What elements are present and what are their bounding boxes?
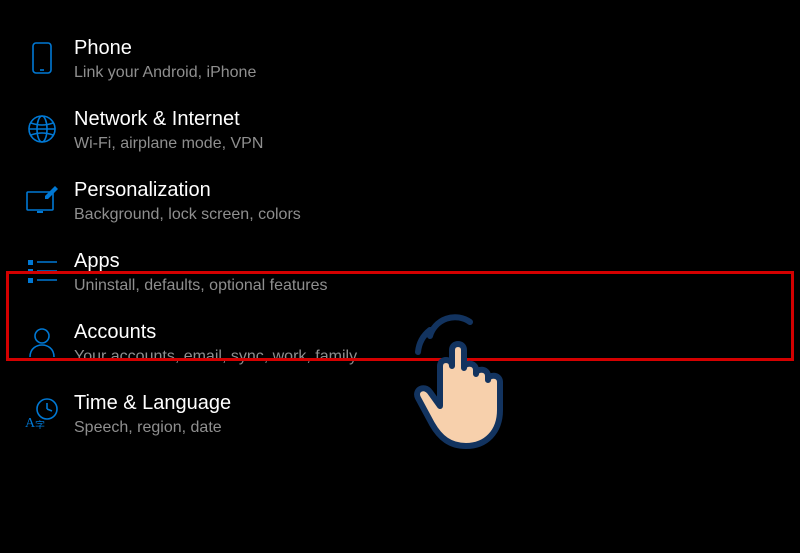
settings-item-desc: Uninstall, defaults, optional features [74,276,327,296]
apps-list-icon [24,251,60,291]
settings-item-apps[interactable]: Apps Uninstall, defaults, optional featu… [0,238,800,309]
phone-icon [24,38,60,78]
settings-category-list: Phone Link your Android, iPhone Network … [0,25,800,451]
settings-item-title: Network & Internet [74,107,263,132]
settings-item-desc: Your accounts, email, sync, work, family [74,347,357,367]
settings-item-desc: Speech, region, date [74,418,231,438]
settings-item-title: Time & Language [74,391,231,416]
settings-item-title: Personalization [74,178,301,203]
settings-item-personalization[interactable]: Personalization Background, lock screen,… [0,167,800,238]
accounts-icon [24,322,60,362]
globe-icon [24,109,60,149]
personalization-icon [24,180,60,220]
settings-item-desc: Wi-Fi, airplane mode, VPN [74,134,263,154]
settings-item-title: Phone [74,36,256,61]
settings-item-title: Apps [74,249,327,274]
settings-item-time-language[interactable]: A 字 Time & Language Speech, region, date [0,380,800,451]
settings-item-desc: Link your Android, iPhone [74,63,256,83]
settings-item-network[interactable]: Network & Internet Wi-Fi, airplane mode,… [0,96,800,167]
settings-item-desc: Background, lock screen, colors [74,205,301,225]
svg-text:字: 字 [35,419,45,429]
settings-item-accounts[interactable]: Accounts Your accounts, email, sync, wor… [0,309,800,380]
settings-item-phone[interactable]: Phone Link your Android, iPhone [0,25,800,96]
time-language-icon: A 字 [24,393,60,433]
settings-item-title: Accounts [74,320,357,345]
